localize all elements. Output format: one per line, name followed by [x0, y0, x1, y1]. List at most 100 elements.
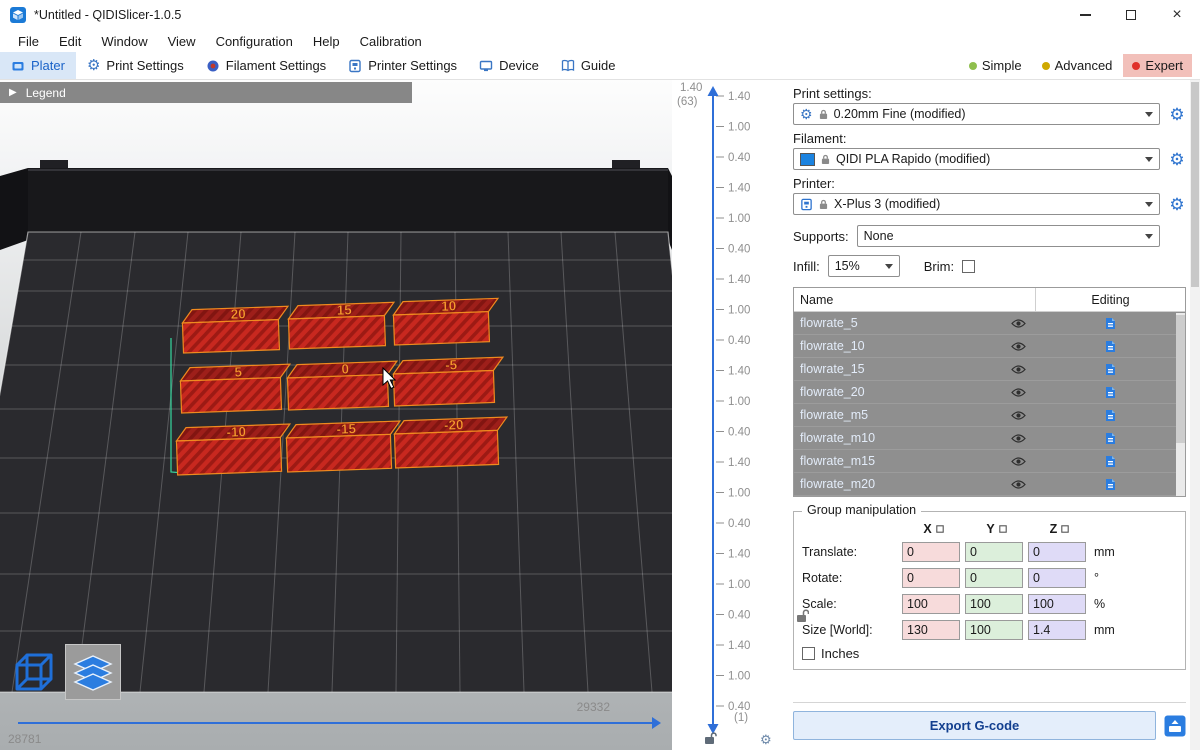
- close-button[interactable]: ×: [1154, 0, 1200, 30]
- model-object[interactable]: -20: [394, 416, 509, 468]
- rotate-y-input[interactable]: 0: [965, 568, 1023, 588]
- eye-icon[interactable]: [1011, 456, 1026, 467]
- object-name[interactable]: flowrate_10: [794, 339, 1001, 353]
- model-object[interactable]: -15: [286, 420, 402, 472]
- edit-settings-icon[interactable]: [1104, 432, 1116, 445]
- eye-icon[interactable]: [1011, 433, 1026, 444]
- object-list-row[interactable]: flowrate_m15: [794, 450, 1185, 473]
- slider-track[interactable]: [18, 722, 652, 724]
- print-settings-gear-button[interactable]: ⚙: [1168, 106, 1186, 123]
- object-list-row[interactable]: flowrate_15: [794, 358, 1185, 381]
- menu-view[interactable]: View: [158, 32, 206, 51]
- send-to-printer-icon[interactable]: [1164, 715, 1186, 737]
- eye-icon[interactable]: [1011, 410, 1026, 421]
- eye-icon[interactable]: [1011, 364, 1026, 375]
- object-list-row[interactable]: flowrate_10: [794, 335, 1185, 358]
- model-object[interactable]: 20: [182, 305, 289, 353]
- supports-select[interactable]: None: [857, 225, 1160, 247]
- editor-view-button[interactable]: [6, 644, 62, 700]
- tab-print-settings[interactable]: ⚙ Print Settings: [76, 52, 195, 79]
- filament-gear-button[interactable]: ⚙: [1168, 151, 1186, 168]
- translate-y-input[interactable]: 0: [965, 542, 1023, 562]
- model-object[interactable]: 0: [287, 360, 399, 410]
- eye-icon[interactable]: [1011, 341, 1026, 352]
- layer-slider-gear-icon[interactable]: ⚙: [760, 732, 772, 747]
- layer-slider-top-handle[interactable]: [708, 86, 719, 96]
- layer-slider-lock-icon[interactable]: [705, 733, 716, 744]
- edit-settings-icon[interactable]: [1104, 317, 1116, 330]
- export-gcode-button[interactable]: Export G-code: [793, 711, 1156, 740]
- size-x-input[interactable]: 130: [902, 620, 960, 640]
- object-name[interactable]: flowrate_m15: [794, 454, 1001, 468]
- model-object[interactable]: 10: [393, 297, 499, 345]
- tab-device[interactable]: Device: [468, 52, 550, 79]
- object-list-row[interactable]: flowrate_m10: [794, 427, 1185, 450]
- infill-select[interactable]: 15%: [828, 255, 900, 277]
- layer-slider[interactable]: 1.401.000.401.401.000.401.401.000.401.40…: [672, 80, 783, 750]
- tab-filament-settings[interactable]: Filament Settings: [195, 52, 337, 79]
- printer-combo[interactable]: X-Plus 3 (modified): [793, 193, 1160, 215]
- viewport-3d[interactable]: 201510 50-5 -10-15-20 ▶ Legend: [0, 80, 672, 750]
- model-object[interactable]: 5: [180, 363, 292, 413]
- menu-edit[interactable]: Edit: [49, 32, 91, 51]
- model-object[interactable]: -5: [393, 356, 505, 406]
- brim-checkbox[interactable]: [962, 260, 975, 273]
- preview-view-button[interactable]: [65, 644, 121, 700]
- filament-combo[interactable]: QIDI PLA Rapido (modified): [793, 148, 1160, 170]
- object-list-row[interactable]: flowrate_m20: [794, 473, 1185, 496]
- tab-printer-settings[interactable]: Printer Settings: [337, 52, 468, 79]
- object-list-scrollbar[interactable]: [1176, 313, 1185, 496]
- translate-z-input[interactable]: 0: [1028, 542, 1086, 562]
- horizontal-move-slider[interactable]: 29332 28781: [0, 700, 672, 750]
- edit-settings-icon[interactable]: [1104, 409, 1116, 422]
- model-object[interactable]: -10: [176, 423, 292, 475]
- legend-expand-icon[interactable]: ▶: [9, 87, 17, 98]
- eye-icon[interactable]: [1011, 318, 1026, 329]
- size-y-input[interactable]: 100: [965, 620, 1023, 640]
- object-name[interactable]: flowrate_15: [794, 362, 1001, 376]
- uniform-scale-lock-icon[interactable]: [796, 608, 809, 623]
- menu-configuration[interactable]: Configuration: [206, 32, 303, 51]
- menu-window[interactable]: Window: [91, 32, 157, 51]
- tab-guide[interactable]: Guide: [550, 52, 627, 79]
- object-name[interactable]: flowrate_20: [794, 385, 1001, 399]
- scrollbar-thumb[interactable]: [1176, 315, 1185, 443]
- inches-checkbox[interactable]: [802, 647, 815, 660]
- eye-icon[interactable]: [1011, 479, 1026, 490]
- slider-arrow-icon[interactable]: [652, 717, 661, 729]
- mode-advanced[interactable]: Advanced: [1033, 54, 1122, 77]
- rotate-z-input[interactable]: 0: [1028, 568, 1086, 588]
- legend-bar[interactable]: ▶ Legend: [0, 82, 412, 103]
- edit-settings-icon[interactable]: [1104, 363, 1116, 376]
- eye-icon[interactable]: [1011, 387, 1026, 398]
- minimize-button[interactable]: [1062, 0, 1108, 30]
- scale-x-input[interactable]: 100: [902, 594, 960, 614]
- menu-help[interactable]: Help: [303, 32, 350, 51]
- object-list-row[interactable]: flowrate_m5: [794, 404, 1185, 427]
- model-object[interactable]: 15: [288, 301, 395, 349]
- object-name[interactable]: flowrate_m5: [794, 408, 1001, 422]
- rotate-x-input[interactable]: 0: [902, 568, 960, 588]
- tab-plater[interactable]: Plater: [0, 52, 76, 79]
- object-name[interactable]: flowrate_m20: [794, 477, 1001, 491]
- edit-settings-icon[interactable]: [1104, 455, 1116, 468]
- print-settings-combo[interactable]: ⚙ 0.20mm Fine (modified): [793, 103, 1160, 125]
- edit-settings-icon[interactable]: [1104, 386, 1116, 399]
- scrollbar-thumb[interactable]: [1191, 82, 1199, 287]
- object-list-row[interactable]: flowrate_20: [794, 381, 1185, 404]
- menu-calibration[interactable]: Calibration: [350, 32, 432, 51]
- maximize-button[interactable]: [1108, 0, 1154, 30]
- edit-settings-icon[interactable]: [1104, 340, 1116, 353]
- menu-file[interactable]: File: [8, 32, 49, 51]
- edit-settings-icon[interactable]: [1104, 478, 1116, 491]
- panel-scrollbar[interactable]: [1190, 80, 1200, 750]
- scale-y-input[interactable]: 100: [965, 594, 1023, 614]
- scale-z-input[interactable]: 100: [1028, 594, 1086, 614]
- mode-simple[interactable]: Simple: [960, 54, 1031, 77]
- object-name[interactable]: flowrate_m10: [794, 431, 1001, 445]
- mode-expert[interactable]: Expert: [1123, 54, 1192, 77]
- object-name[interactable]: flowrate_5: [794, 316, 1001, 330]
- printer-gear-button[interactable]: ⚙: [1168, 196, 1186, 213]
- object-list-row[interactable]: flowrate_5: [794, 312, 1185, 335]
- size-z-input[interactable]: 1.4: [1028, 620, 1086, 640]
